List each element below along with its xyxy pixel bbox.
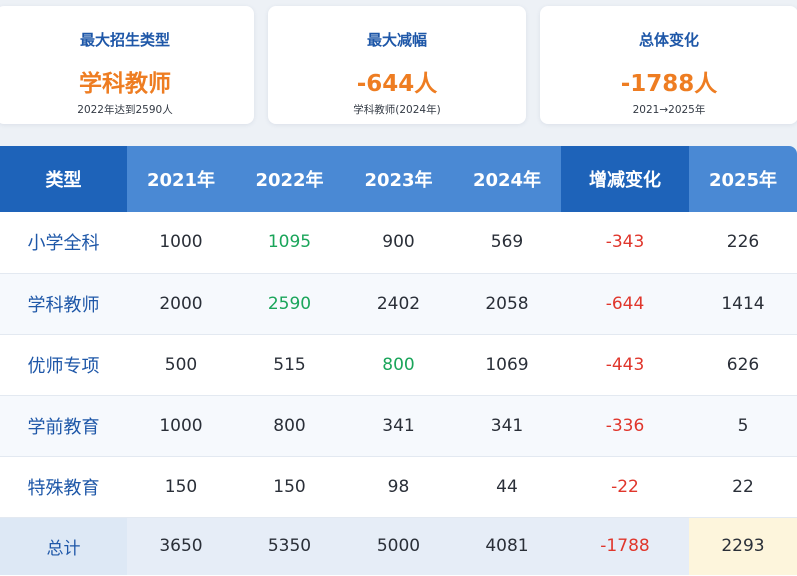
cell-2023: 341 — [344, 395, 453, 456]
cell-2021: 2000 — [127, 273, 235, 334]
table-row: 优师专项 500 515 800 1069 -443 626 — [0, 334, 797, 395]
cell-2024: 1069 — [453, 334, 561, 395]
table-total-row: 总计 3650 5350 5000 4081 -1788 2293 — [0, 517, 797, 575]
total-2022: 5350 — [235, 517, 344, 575]
cell-2025: 626 — [689, 334, 797, 395]
header-type: 类型 — [0, 146, 127, 212]
cell-2022-peak: 1095 — [235, 212, 344, 273]
cell-2024: 569 — [453, 212, 561, 273]
row-type-cell: 学前教育 — [0, 395, 127, 456]
table-row: 学前教育 1000 800 341 341 -336 5 — [0, 395, 797, 456]
card-max-type: 最大招生类型 学科教师 2022年达到2590人 — [0, 6, 254, 124]
cell-2023: 2402 — [344, 273, 453, 334]
table-row: 小学全科 1000 1095 900 569 -343 226 — [0, 212, 797, 273]
card-subtitle: 学科教师(2024年) — [268, 102, 526, 117]
cell-2023-peak: 800 — [344, 334, 453, 395]
cell-change: -443 — [561, 334, 689, 395]
total-2021: 3650 — [127, 517, 235, 575]
cell-2025: 22 — [689, 456, 797, 517]
total-label: 总计 — [0, 517, 127, 575]
card-value: 学科教师 — [0, 64, 254, 98]
card-max-decrease: 最大减幅 -644人 学科教师(2024年) — [268, 6, 526, 124]
summary-cards: 最大招生类型 学科教师 2022年达到2590人 最大减幅 -644人 学科教师… — [0, 0, 797, 140]
card-title: 最大招生类型 — [0, 29, 254, 50]
enrollment-table: 类型 2021年 2022年 2023年 2024年 增减变化 2025年 小学… — [0, 146, 797, 575]
header-2024: 2024年 — [453, 146, 561, 212]
header-change: 增减变化 — [561, 146, 689, 212]
card-title: 总体变化 — [540, 29, 797, 50]
cell-change: -644 — [561, 273, 689, 334]
cell-2022: 515 — [235, 334, 344, 395]
cell-2025: 1414 — [689, 273, 797, 334]
cell-change: -336 — [561, 395, 689, 456]
card-value: -644人 — [268, 64, 526, 98]
cell-2022: 150 — [235, 456, 344, 517]
row-type-cell: 特殊教育 — [0, 456, 127, 517]
cell-change: -343 — [561, 212, 689, 273]
total-2024: 4081 — [453, 517, 561, 575]
enrollment-table-container: 类型 2021年 2022年 2023年 2024年 增减变化 2025年 小学… — [0, 146, 797, 576]
cell-2022-peak: 2590 — [235, 273, 344, 334]
total-2023: 5000 — [344, 517, 453, 575]
cell-2023: 98 — [344, 456, 453, 517]
cell-2023: 900 — [344, 212, 453, 273]
card-subtitle: 2021→2025年 — [540, 102, 797, 117]
cell-2021: 500 — [127, 334, 235, 395]
cell-2021: 1000 — [127, 212, 235, 273]
cell-2022: 800 — [235, 395, 344, 456]
header-2022: 2022年 — [235, 146, 344, 212]
header-2023: 2023年 — [344, 146, 453, 212]
row-type-cell: 学科教师 — [0, 273, 127, 334]
cell-2024: 341 — [453, 395, 561, 456]
table-header-row: 类型 2021年 2022年 2023年 2024年 增减变化 2025年 — [0, 146, 797, 212]
table-row: 特殊教育 150 150 98 44 -22 22 — [0, 456, 797, 517]
cell-2021: 1000 — [127, 395, 235, 456]
cell-2024: 44 — [453, 456, 561, 517]
cell-2021: 150 — [127, 456, 235, 517]
cell-2025: 5 — [689, 395, 797, 456]
total-2025: 2293 — [689, 517, 797, 575]
row-type-cell: 小学全科 — [0, 212, 127, 273]
row-type-cell: 优师专项 — [0, 334, 127, 395]
card-title: 最大减幅 — [268, 29, 526, 50]
table-row: 学科教师 2000 2590 2402 2058 -644 1414 — [0, 273, 797, 334]
total-change: -1788 — [561, 517, 689, 575]
cell-2024: 2058 — [453, 273, 561, 334]
header-2021: 2021年 — [127, 146, 235, 212]
cell-change: -22 — [561, 456, 689, 517]
card-subtitle: 2022年达到2590人 — [0, 102, 254, 117]
cell-2025: 226 — [689, 212, 797, 273]
card-total-change: 总体变化 -1788人 2021→2025年 — [540, 6, 797, 124]
card-value: -1788人 — [540, 64, 797, 98]
header-2025: 2025年 — [689, 146, 797, 212]
